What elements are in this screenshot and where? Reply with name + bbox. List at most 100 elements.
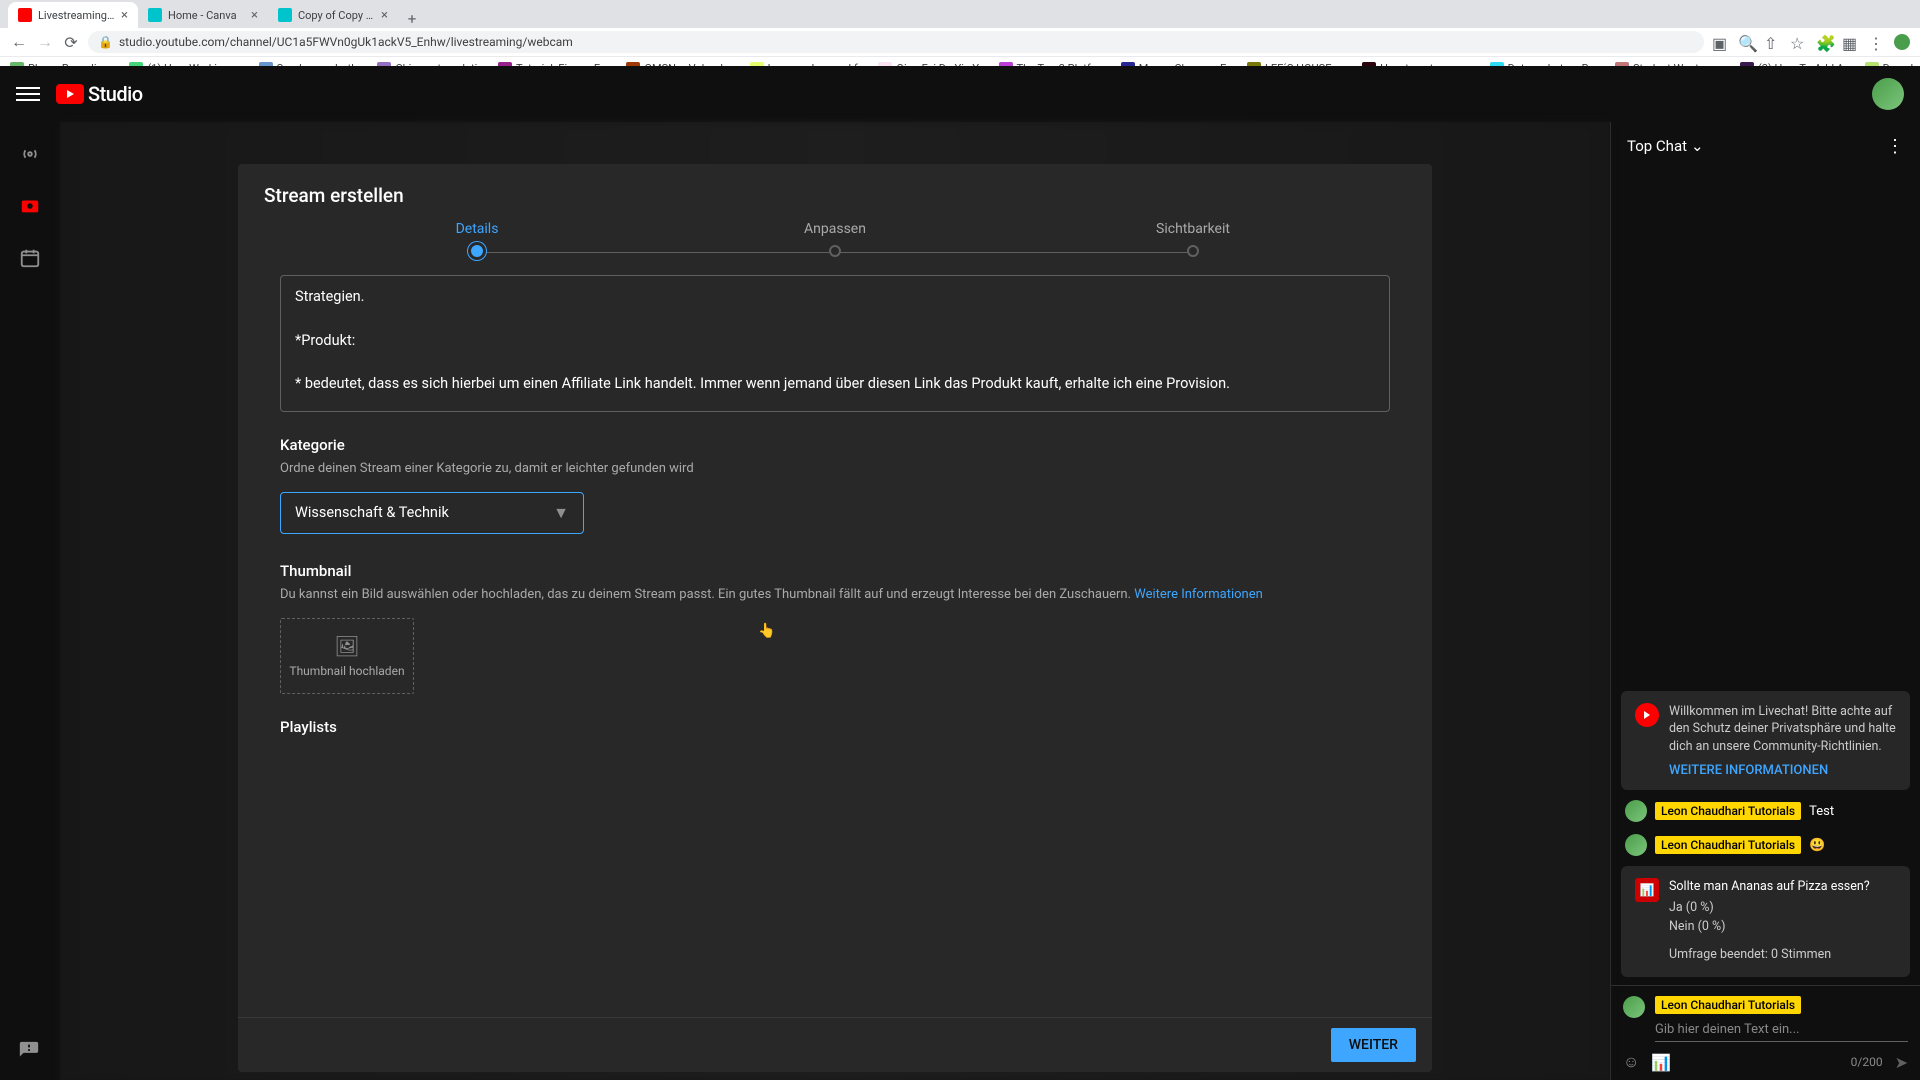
zoom-icon[interactable]: 🔍	[1738, 34, 1754, 50]
chevron-down-icon: ▼	[553, 503, 569, 523]
category-hint: Ordne deinen Stream einer Kategorie zu, …	[280, 460, 1390, 478]
chat-input-area: Leon Chaudhari Tutorials ☺ 📊 0/200 ➤	[1611, 985, 1920, 1080]
address-bar: ← → ⟳ 🔒 studio.youtube.com/channel/UC1a5…	[0, 28, 1920, 56]
webcam-icon[interactable]	[18, 194, 42, 218]
close-icon[interactable]: ×	[381, 8, 388, 23]
playlists-title: Playlists	[280, 718, 1390, 736]
chat-self-row: Leon Chaudhari Tutorials	[1623, 994, 1908, 1042]
next-button[interactable]: WEITER	[1331, 1028, 1416, 1062]
poll-button-icon[interactable]: 📊	[1651, 1053, 1671, 1072]
step-label: Details	[298, 221, 656, 237]
category-title: Kategorie	[280, 436, 1390, 454]
poll-question: Sollte man Ananas auf Pizza essen?	[1669, 878, 1870, 897]
browser-tab[interactable]: Livestreaming - YouTube S ×	[8, 2, 138, 28]
poll-icon: 📊	[1635, 878, 1659, 902]
avatar	[1625, 800, 1647, 822]
chat-message: Leon Chaudhari Tutorials 😃	[1621, 832, 1910, 858]
chat-message: Leon Chaudhari Tutorials Test	[1621, 798, 1910, 824]
url-field[interactable]: 🔒 studio.youtube.com/channel/UC1a5FWVn0g…	[88, 31, 1704, 53]
char-counter: 0/200	[1851, 1055, 1883, 1069]
share-icon[interactable]: ⇧	[1764, 34, 1780, 50]
poll-result: Umfrage beendet: 0 Stimmen	[1669, 946, 1870, 965]
chevron-down-icon: ⌄	[1691, 137, 1704, 155]
logo[interactable]: Studio	[56, 82, 143, 106]
puzzle-icon[interactable]: 🧩	[1816, 34, 1832, 50]
url-text: studio.youtube.com/channel/UC1a5FWVn0gUk…	[119, 35, 573, 49]
welcome-text: Willkommen im Livechat! Bitte achte auf …	[1669, 703, 1896, 756]
main-content: Stream erstellen Details Anpassen Sichtb…	[60, 122, 1610, 1080]
avatar	[1623, 996, 1645, 1018]
chat-menu-button[interactable]: ⋮	[1886, 136, 1904, 157]
app: Studio Stream erstellen Details Anpassen	[0, 66, 1920, 1080]
stepper: Details Anpassen Sichtbarkeit	[238, 221, 1432, 265]
step-details[interactable]: Details	[298, 221, 656, 261]
youtube-icon	[1635, 703, 1659, 727]
chat-messages[interactable]: Willkommen im Livechat! Bitte achte auf …	[1611, 170, 1920, 985]
tab-title: Copy of Copy of Copy of Cop	[298, 9, 375, 22]
poll-option: Nein (0 %)	[1669, 918, 1870, 937]
reload-button[interactable]: ⟳	[62, 33, 80, 51]
thumbnail-title: Thumbnail	[280, 562, 1390, 580]
description-field[interactable]: Strategien. *Produkt: * bedeutet, dass e…	[280, 275, 1390, 412]
close-icon[interactable]: ×	[251, 8, 258, 23]
avatar	[1625, 834, 1647, 856]
menu-button[interactable]	[16, 82, 40, 106]
chat-footer: ☺ 📊 0/200 ➤	[1623, 1046, 1908, 1072]
step-visibility[interactable]: Sichtbarkeit	[1014, 221, 1372, 261]
chat-panel: Top Chat ⌄ ⋮ Willkommen im Livechat! Bit…	[1610, 122, 1920, 1080]
more-info-link[interactable]: Weitere Informationen	[1134, 587, 1263, 602]
close-icon[interactable]: ×	[121, 8, 128, 23]
send-icon[interactable]: ➤	[1895, 1053, 1908, 1072]
profile-icon[interactable]	[1894, 34, 1910, 50]
stream-icon[interactable]	[18, 142, 42, 166]
add-image-icon: 🖼	[334, 634, 359, 658]
youtube-icon	[56, 84, 84, 104]
forward-button[interactable]: →	[36, 33, 54, 51]
step-customize[interactable]: Anpassen	[656, 221, 1014, 261]
chat-mode-selector[interactable]: Top Chat ⌄	[1627, 137, 1704, 155]
app-body: Stream erstellen Details Anpassen Sichtb…	[0, 122, 1920, 1080]
browser-tab[interactable]: Copy of Copy of Copy of Cop ×	[268, 2, 398, 28]
back-button[interactable]: ←	[10, 33, 28, 51]
star-icon[interactable]: ☆	[1790, 34, 1806, 50]
app-header: Studio	[0, 66, 1920, 122]
new-tab-button[interactable]: +	[398, 10, 426, 28]
extensions-icon[interactable]: ▦	[1842, 34, 1858, 50]
dialog-body[interactable]: Strategien. *Produkt: * bedeutet, dass e…	[238, 265, 1432, 1017]
message-text: Test	[1809, 804, 1834, 819]
poll-option: Ja (0 %)	[1669, 899, 1870, 918]
browser-chrome: Livestreaming - YouTube S × Home - Canva…	[0, 0, 1920, 66]
step-label: Anpassen	[656, 221, 1014, 237]
calendar-icon[interactable]	[18, 246, 42, 270]
dialog-title: Stream erstellen	[238, 164, 1432, 221]
left-rail	[0, 122, 60, 1080]
avatar[interactable]	[1872, 78, 1904, 110]
chat-poll-card: 📊 Sollte man Ananas auf Pizza essen? Ja …	[1621, 866, 1910, 977]
category-select[interactable]: Wissenschaft & Technik ▼ 👆	[280, 492, 584, 534]
chat-input[interactable]	[1655, 1018, 1908, 1042]
favicon	[18, 8, 32, 22]
favicon	[148, 8, 162, 22]
step-label: Sichtbarkeit	[1014, 221, 1372, 237]
username-badge: Leon Chaudhari Tutorials	[1655, 836, 1801, 854]
thumbnail-hint: Du kannst ein Bild auswählen oder hochla…	[280, 586, 1390, 604]
thumbnail-upload-button[interactable]: 🖼 Thumbnail hochladen	[280, 618, 414, 694]
emoji-icon[interactable]: ☺	[1623, 1052, 1639, 1072]
favicon	[278, 8, 292, 22]
feedback-button[interactable]	[18, 1040, 40, 1066]
upload-label: Thumbnail hochladen	[289, 664, 404, 678]
cursor: 👆	[758, 623, 775, 639]
description-text: Strategien. *Produkt: * bedeutet, dass e…	[295, 286, 1375, 395]
select-value: Wissenschaft & Technik	[295, 504, 449, 521]
chat-header: Top Chat ⌄ ⋮	[1611, 122, 1920, 170]
extension-icon[interactable]: ▣	[1712, 34, 1728, 50]
browser-tab[interactable]: Home - Canva ×	[138, 2, 268, 28]
dialog-footer: WEITER	[238, 1017, 1432, 1072]
create-stream-dialog: Stream erstellen Details Anpassen Sichtb…	[238, 164, 1432, 1072]
tab-title: Livestreaming - YouTube S	[38, 9, 115, 22]
more-icon[interactable]: ⋮	[1868, 34, 1884, 50]
welcome-link[interactable]: WEITERE INFORMATIONEN	[1669, 763, 1896, 778]
message-text: 😃	[1809, 838, 1825, 853]
lock-icon: 🔒	[98, 35, 113, 49]
username-badge: Leon Chaudhari Tutorials	[1655, 802, 1801, 820]
